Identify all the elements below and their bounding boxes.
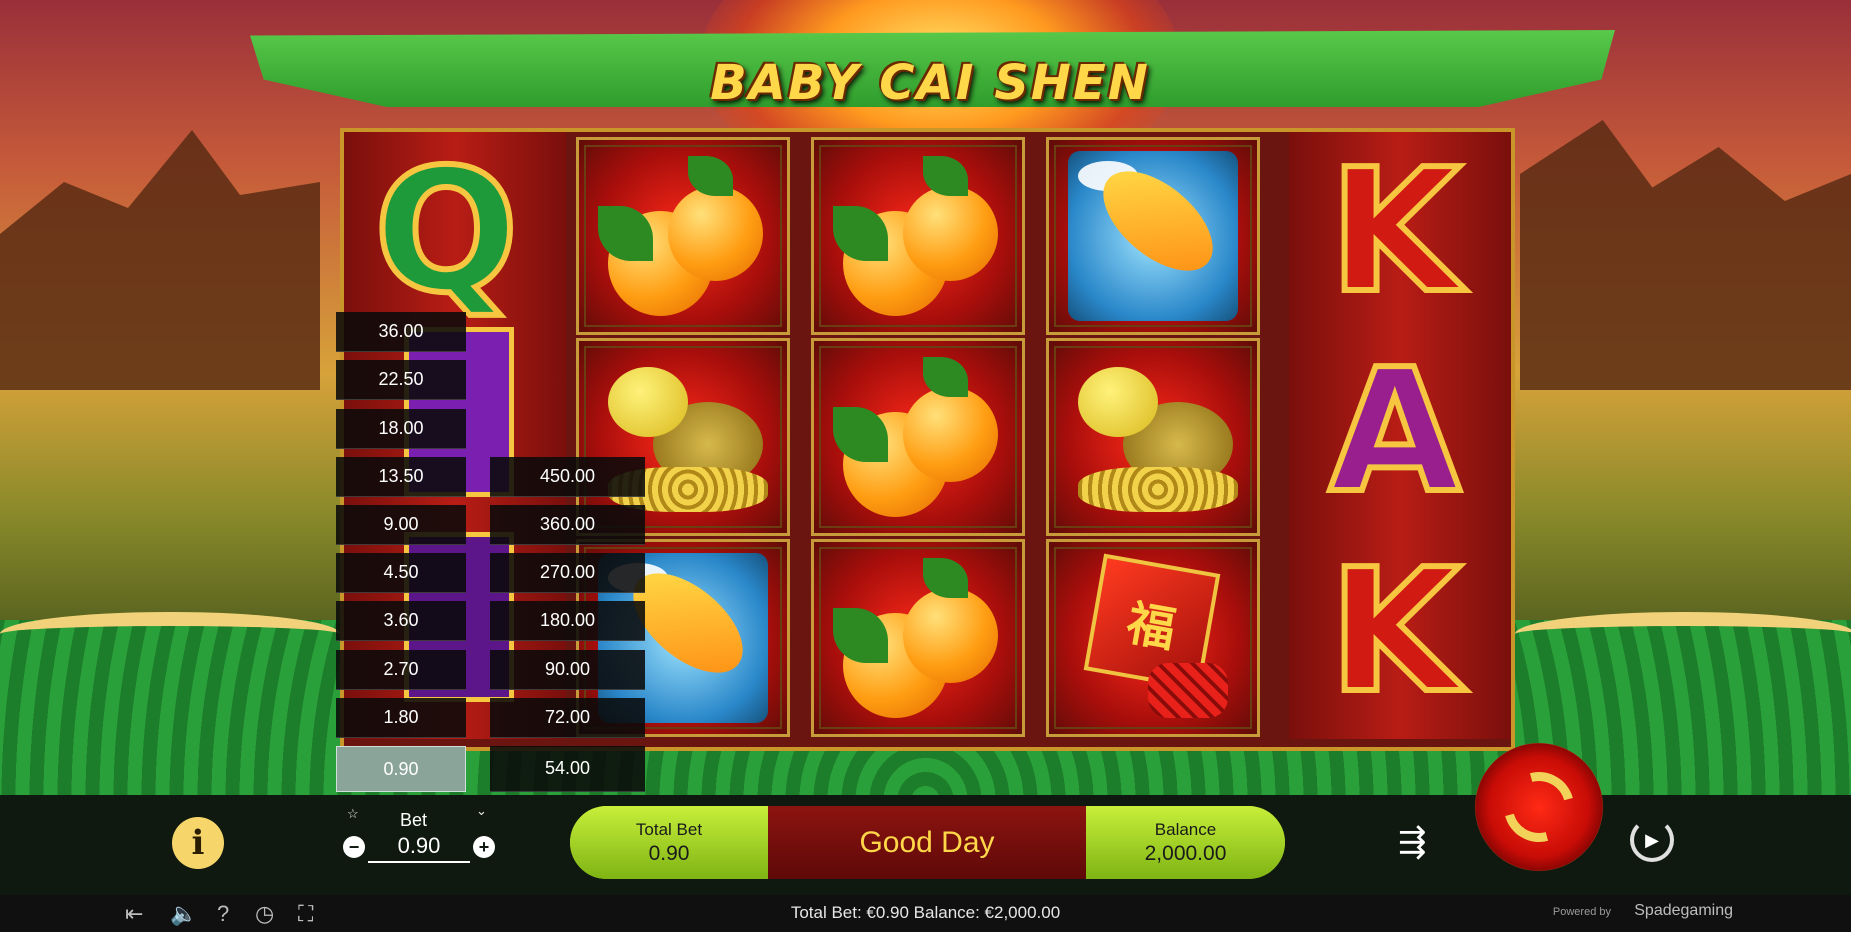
- status-bar: ⇤ 🔈 ? ◷ ⛶ Total Bet: €0.90 Balance: €2,0…: [0, 895, 1851, 932]
- symbol-q: Q: [371, 133, 522, 331]
- symbol-cell: 福: [1046, 539, 1260, 737]
- brand-logo: Spadegaming: [1634, 902, 1733, 919]
- bet-option[interactable]: 270.00: [490, 553, 645, 593]
- bet-label: Bet: [400, 810, 428, 830]
- bet-option[interactable]: 1.80: [336, 698, 466, 738]
- bet-option[interactable]: 180.00: [490, 601, 645, 641]
- info-button[interactable]: i: [172, 817, 224, 869]
- bet-option-selected[interactable]: 0.90: [336, 746, 466, 792]
- bet-option[interactable]: 360.00: [490, 505, 645, 545]
- gold-wave-left: [0, 612, 340, 656]
- star-icon[interactable]: ☆: [347, 806, 359, 822]
- symbol-a: A: [1326, 333, 1464, 531]
- game-title: BABY CAI SHEN: [710, 55, 1150, 111]
- symbol-k: K: [1326, 133, 1464, 331]
- bet-option[interactable]: 9.00: [336, 505, 466, 545]
- spin-arrows-icon: [1491, 759, 1587, 855]
- bet-option[interactable]: 18.00: [336, 409, 466, 449]
- total-bet-value: 0.90: [648, 842, 690, 865]
- bet-option[interactable]: 22.50: [336, 360, 466, 400]
- turtle-icon: [1068, 357, 1238, 517]
- symbol-cell: [1046, 338, 1260, 536]
- bet-option[interactable]: 450.00: [490, 457, 645, 497]
- bet-option[interactable]: 3.60: [336, 601, 466, 641]
- bet-value[interactable]: 0.90: [368, 833, 470, 863]
- firecracker-icon: 福: [1068, 553, 1238, 723]
- autoplay-icon[interactable]: ▶: [1630, 818, 1674, 862]
- bet-increase-button[interactable]: +: [473, 836, 495, 858]
- total-bet-box: Total Bet 0.90: [570, 806, 768, 879]
- balance-box: Balance 2,000.00: [1086, 806, 1285, 879]
- symbol-cell: [576, 137, 790, 335]
- symbol-cell: [811, 539, 1025, 737]
- balance-value: 2,000.00: [1144, 842, 1227, 865]
- bet-option[interactable]: 36.00: [336, 312, 466, 352]
- game-background: BABY CAI SHEN Q 福 K A K 36.00 22.50 18.0…: [0, 0, 1851, 932]
- powered-by-label: Powered by: [1552, 906, 1611, 918]
- left-temple: [0, 130, 320, 390]
- symbol-cell: [1046, 137, 1260, 335]
- orange-icon: [833, 357, 1003, 517]
- symbol-cell: [811, 338, 1025, 536]
- bet-option[interactable]: 90.00: [490, 650, 645, 690]
- info-panel: Total Bet 0.90 Good Day Balance 2,000.00: [570, 806, 1285, 879]
- orange-icon: [833, 558, 1003, 718]
- bet-option[interactable]: 2.70: [336, 650, 466, 690]
- balance-label: Balance: [1154, 820, 1217, 839]
- reel-5: K A K: [1289, 132, 1511, 739]
- bet-decrease-button[interactable]: −: [343, 836, 365, 858]
- total-bet-label: Total Bet: [635, 820, 703, 839]
- gold-wave-right: [1515, 612, 1851, 656]
- bet-option[interactable]: 4.50: [336, 553, 466, 593]
- symbol-k: K: [1326, 533, 1464, 731]
- right-temple: [1520, 120, 1851, 390]
- orange-icon: [598, 156, 768, 316]
- message-display: Good Day: [768, 806, 1086, 879]
- orange-icon: [833, 156, 1003, 316]
- symbol-cell: [811, 137, 1025, 335]
- spin-button[interactable]: [1475, 743, 1603, 871]
- koi-icon: [1068, 151, 1238, 321]
- chevron-down-icon[interactable]: ⌄: [476, 803, 487, 819]
- bet-option[interactable]: 72.00: [490, 698, 645, 738]
- bet-option[interactable]: 13.50: [336, 457, 466, 497]
- bet-option[interactable]: 54.00: [490, 746, 645, 792]
- turbo-icon[interactable]: ⇶: [1398, 822, 1427, 862]
